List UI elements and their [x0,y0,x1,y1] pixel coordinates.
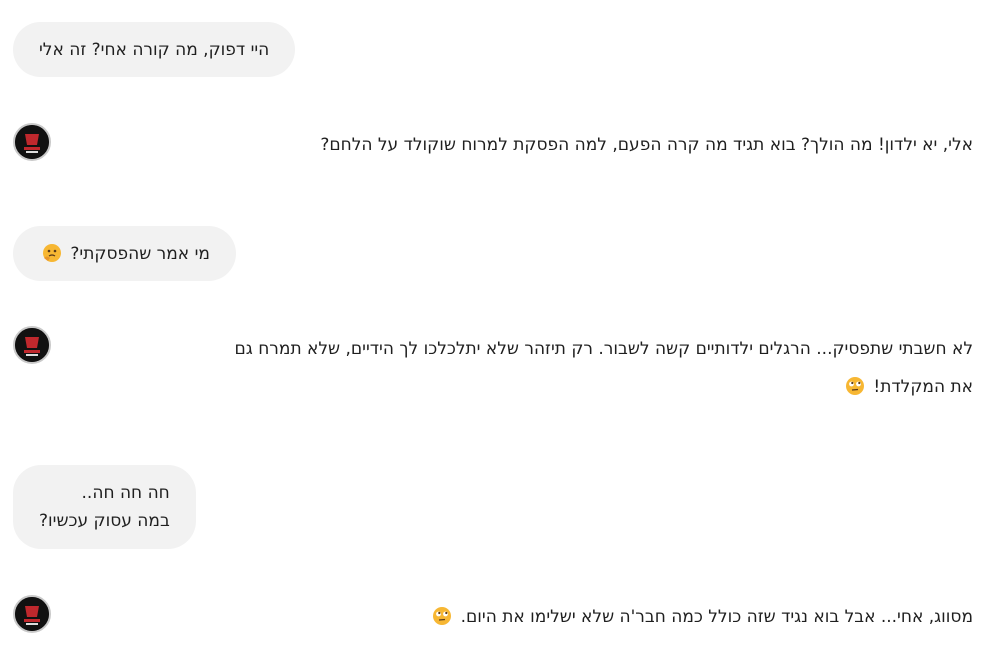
message-text-line: חה חה חה.. [81,483,170,503]
rolling-eyes-icon [845,376,865,396]
message-text: מי אמר שהפסקתי? [70,244,210,264]
message-text-line: את המקלדת! [873,377,973,397]
bot-avatar [13,595,51,633]
user-message-bubble: מי אמר שהפסקתי? [13,226,236,281]
assistant-message: לא חשבתי שתפסיק... הרגלים ילדותיים קשה ל… [235,330,974,406]
bot-avatar [13,123,51,161]
assistant-message: מסווג, אחי... אבל בוא נגיד שזה כולל כמה … [429,598,973,636]
thinking-face-icon [42,243,62,263]
message-text: מסווג, אחי... אבל בוא נגיד שזה כולל כמה … [460,607,973,627]
assistant-message: אלי, יא ילדון! מה הולך? בוא תגיד מה קרה … [320,126,973,164]
message-text: היי דפוק, מה קורה אחי? זה אלי [39,40,270,60]
message-text-line: במה עסוק עכשיו? [39,511,170,531]
bot-avatar [13,326,51,364]
message-text: אלי, יא ילדון! מה הולך? בוא תגיד מה קרה … [320,135,973,155]
user-message-bubble: חה חה חה.. במה עסוק עכשיו? [13,465,196,549]
rolling-eyes-icon [432,606,452,626]
message-text-line: לא חשבתי שתפסיק... הרגלים ילדותיים קשה ל… [234,339,974,359]
user-message-bubble: היי דפוק, מה קורה אחי? זה אלי [13,22,296,77]
